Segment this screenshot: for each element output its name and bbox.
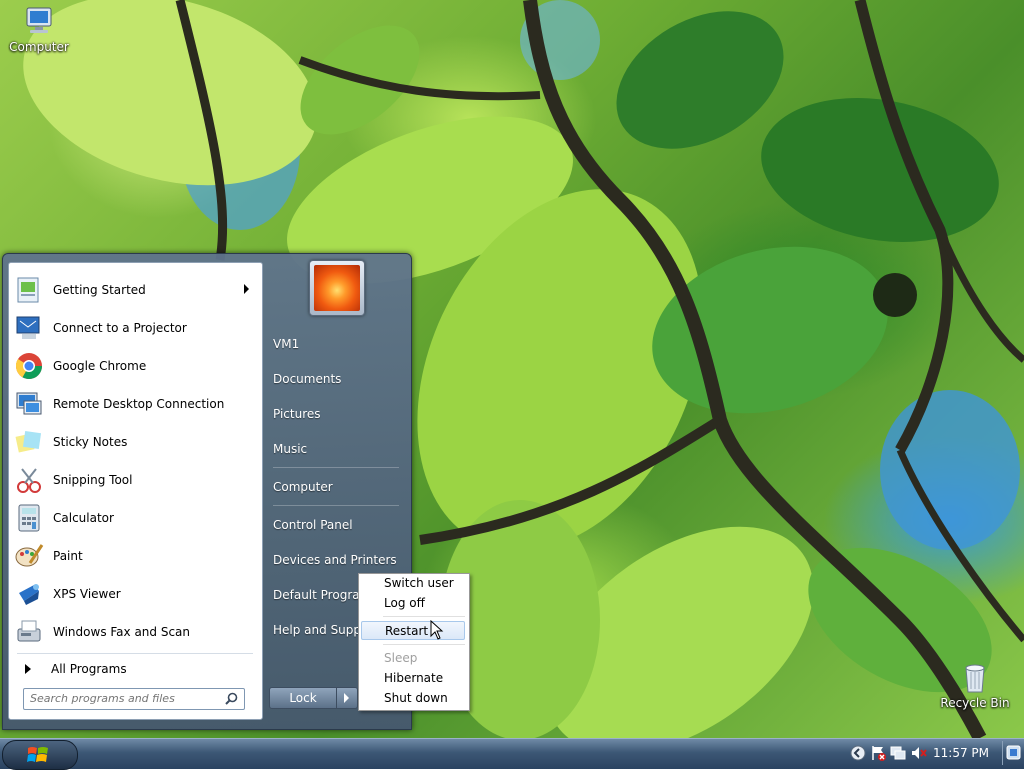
program-label: XPS Viewer — [53, 587, 121, 601]
system-tray: 11:57 PM — [846, 740, 996, 766]
right-item-devices-printers[interactable]: Devices and Printers — [273, 546, 403, 574]
program-remote-desktop[interactable]: Remote Desktop Connection — [13, 386, 257, 422]
show-desktop-icon — [1006, 745, 1021, 760]
show-hidden-icons-icon[interactable] — [850, 745, 866, 761]
submenu-arrow-icon[interactable] — [244, 284, 249, 294]
menu-item-switch-user[interactable]: Switch user — [361, 574, 465, 593]
start-button[interactable] — [2, 740, 78, 770]
start-menu: Getting Started Connect to a Projector G… — [2, 253, 412, 730]
start-menu-programs-pane: Getting Started Connect to a Projector G… — [8, 262, 263, 720]
program-snipping-tool[interactable]: Snipping Tool — [13, 462, 257, 498]
menu-separator — [383, 644, 465, 645]
programs-divider — [17, 653, 253, 654]
chrome-icon — [15, 353, 43, 380]
program-label: Connect to a Projector — [53, 321, 187, 335]
menu-item-hibernate[interactable]: Hibernate — [361, 669, 465, 688]
lock-button[interactable]: Lock — [269, 687, 337, 709]
program-label: Calculator — [53, 511, 114, 525]
fax-scan-icon — [17, 620, 41, 642]
windows-logo-icon — [27, 747, 48, 762]
power-options-menu: Switch user Log off Restart Sleep Hibern… — [358, 573, 470, 711]
desktop-icon-computer[interactable]: Computer — [4, 6, 74, 54]
user-picture — [314, 265, 360, 311]
paint-icon — [15, 544, 44, 567]
action-center-flag-icon[interactable] — [870, 745, 886, 761]
program-paint[interactable]: Paint — [13, 538, 257, 574]
clock[interactable]: 11:57 PM — [933, 746, 989, 760]
program-xps-viewer[interactable]: XPS Viewer — [13, 576, 257, 612]
remote-desktop-icon — [16, 392, 42, 415]
menu-item-log-off[interactable]: Log off — [361, 594, 465, 613]
right-divider — [273, 505, 399, 506]
show-desktop-button[interactable] — [1002, 741, 1023, 765]
right-item-documents[interactable]: Documents — [273, 365, 403, 393]
recycle-bin-icon — [965, 664, 985, 693]
menu-separator — [383, 616, 465, 617]
search-box[interactable] — [23, 688, 245, 710]
right-item-pictures[interactable]: Pictures — [273, 400, 403, 428]
network-icon[interactable] — [890, 745, 906, 761]
user-avatar[interactable] — [309, 260, 365, 316]
menu-item-restart[interactable]: Restart — [361, 621, 465, 640]
program-calculator[interactable]: Calculator — [13, 500, 257, 536]
program-label: Snipping Tool — [53, 473, 133, 487]
mouse-cursor-icon — [430, 620, 444, 640]
right-divider — [273, 467, 399, 468]
program-label: Remote Desktop Connection — [53, 397, 225, 411]
program-label: Windows Fax and Scan — [53, 625, 191, 639]
right-item-computer[interactable]: Computer — [273, 473, 403, 501]
search-input[interactable] — [30, 691, 215, 706]
menu-item-sleep: Sleep — [384, 651, 418, 665]
desktop-icon-label: Computer — [9, 40, 69, 54]
program-sticky-notes[interactable]: Sticky Notes — [13, 424, 257, 460]
right-item-control-panel[interactable]: Control Panel — [273, 511, 403, 539]
calculator-icon — [18, 504, 40, 532]
program-label: Sticky Notes — [53, 435, 128, 449]
power-options-arrow-button[interactable] — [336, 687, 358, 709]
program-label: Google Chrome — [53, 359, 147, 373]
snipping-tool-icon — [17, 468, 41, 493]
sticky-notes-icon — [15, 430, 42, 453]
program-label: Getting Started — [53, 283, 146, 297]
volume-muted-icon[interactable] — [910, 745, 928, 761]
menu-item-shut-down[interactable]: Shut down — [361, 689, 465, 708]
right-item-music[interactable]: Music — [273, 435, 403, 463]
all-programs-arrow-icon — [25, 664, 31, 674]
program-google-chrome[interactable]: Google Chrome — [13, 348, 257, 384]
xps-viewer-icon — [19, 584, 39, 605]
desktop-icon-label: Recycle Bin — [940, 696, 1010, 710]
projector-icon — [16, 316, 40, 339]
program-connect-projector[interactable]: Connect to a Projector — [13, 310, 257, 346]
all-programs-label: All Programs — [51, 662, 127, 676]
search-icon[interactable] — [225, 692, 238, 705]
program-getting-started[interactable]: Getting Started — [13, 272, 257, 308]
right-item-user[interactable]: VM1 — [273, 330, 403, 358]
all-programs-button[interactable]: All Programs — [19, 657, 255, 681]
getting-started-icon — [17, 277, 39, 303]
computer-icon — [26, 7, 52, 33]
desktop-icon-recycle-bin[interactable]: Recycle Bin — [940, 662, 1010, 710]
program-fax-scan[interactable]: Windows Fax and Scan — [13, 614, 257, 650]
chevron-right-icon — [344, 693, 349, 703]
program-label: Paint — [53, 549, 83, 563]
